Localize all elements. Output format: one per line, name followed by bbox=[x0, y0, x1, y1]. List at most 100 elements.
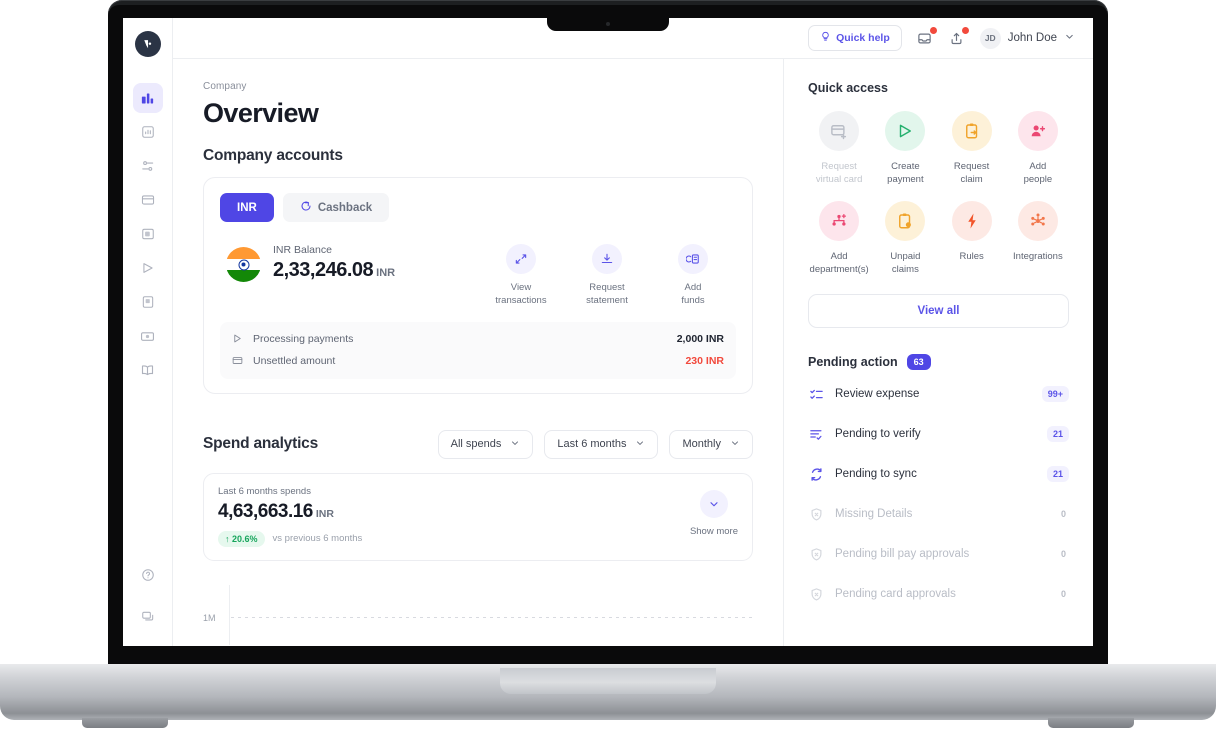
quick-access-add-departments[interactable]: Add department(s) bbox=[808, 200, 870, 277]
qa-5-label-2: claims bbox=[891, 263, 919, 275]
balance-row: INR Balance 2,33,246.08 INR View transac… bbox=[220, 238, 736, 308]
filter-all-spends[interactable]: All spends bbox=[437, 429, 534, 459]
spend-summary-card: Last 6 months spends 4,63,663.16 INR ↑ 20… bbox=[203, 472, 753, 561]
qa-5-label-1: Unpaid bbox=[890, 250, 921, 262]
webcam-icon bbox=[606, 22, 610, 26]
sidebar-item-bills[interactable] bbox=[133, 287, 163, 317]
sidebar bbox=[123, 18, 173, 646]
company-accounts-card: INR Cashback INR Balance 2,33,246.08 INR… bbox=[203, 177, 753, 394]
chevron-down-icon bbox=[730, 438, 740, 451]
pending-row-1-label: Pending to verify bbox=[835, 428, 921, 441]
company-accounts-heading: Company accounts bbox=[203, 147, 343, 164]
share-export-button[interactable] bbox=[948, 27, 969, 47]
quick-access-unpaid-claims[interactable]: Unpaid claims bbox=[874, 200, 936, 277]
pending-action-heading: Pending action bbox=[808, 355, 898, 370]
send-icon bbox=[232, 333, 246, 344]
pending-row-pending-to-sync[interactable]: Pending to sync 21 bbox=[808, 454, 1069, 494]
transactions-icon bbox=[506, 244, 536, 274]
spend-filters: All spends Last 6 months Monthly bbox=[437, 429, 753, 459]
unsettled-amount-value: 230 INR bbox=[685, 354, 724, 367]
spend-delta-row: ↑ 20.6% vs previous 6 months bbox=[218, 530, 362, 547]
chevron-down-icon bbox=[635, 438, 645, 451]
share-badge-dot bbox=[961, 27, 969, 34]
quick-access-request-virtual-card[interactable]: Request virtual card bbox=[808, 111, 870, 187]
spend-summary-currency: INR bbox=[315, 507, 334, 520]
pending-row-0-label: Review expense bbox=[835, 388, 920, 401]
qa-2-label-1: Request bbox=[953, 161, 990, 172]
tab-cashback[interactable]: Cashback bbox=[282, 193, 390, 222]
sidebar-item-cards[interactable] bbox=[133, 185, 163, 215]
filter-date-range[interactable]: Last 6 months bbox=[544, 429, 659, 459]
sync-icon bbox=[808, 467, 825, 482]
qa-1-label-2: payment bbox=[887, 174, 924, 186]
quick-access-create-payment[interactable]: Create payment bbox=[874, 111, 936, 187]
chart-gridline bbox=[231, 616, 753, 618]
company-logo[interactable] bbox=[134, 31, 161, 57]
sidebar-item-reimbursements[interactable] bbox=[133, 321, 163, 351]
card-icon bbox=[232, 355, 246, 366]
user-menu[interactable]: JD John Doe bbox=[979, 27, 1075, 49]
view-transactions-button[interactable]: View transactions bbox=[490, 244, 552, 308]
account-subrows: Processing payments 2,000 INR Unsettled … bbox=[220, 321, 736, 379]
account-actions: View transactions Request statement Add … bbox=[490, 244, 730, 308]
chart-y-axis bbox=[229, 584, 230, 645]
quick-access-integrations[interactable]: Integrations bbox=[1007, 200, 1069, 277]
sidebar-item-help[interactable] bbox=[133, 560, 163, 590]
processing-payments-row[interactable]: Processing payments 2,000 INR bbox=[232, 328, 724, 350]
qa-1-label-1: Create bbox=[891, 161, 920, 172]
checklist-icon bbox=[808, 387, 825, 402]
clipboard-arrow-icon bbox=[951, 111, 992, 151]
tab-inr[interactable]: INR bbox=[220, 193, 274, 222]
balance-amount: 2,33,246.08 bbox=[273, 259, 374, 281]
user-plus-icon bbox=[1017, 111, 1058, 151]
sidebar-item-ledger[interactable] bbox=[133, 355, 163, 385]
laptop-mockup: Quick help JD John Doe Company Overview … bbox=[0, 0, 1216, 735]
sidebar-item-support-chat[interactable] bbox=[133, 602, 163, 632]
chart-ytick-1m: 1M bbox=[203, 612, 216, 623]
filter-granularity[interactable]: Monthly bbox=[669, 429, 753, 459]
request-statement-button[interactable]: Request statement bbox=[576, 244, 638, 308]
pending-row-bill-pay-approvals[interactable]: Pending bill pay approvals 0 bbox=[808, 534, 1069, 574]
sidebar-item-accounts[interactable] bbox=[133, 219, 163, 249]
sidebar-item-transactions[interactable] bbox=[133, 151, 163, 181]
clipboard-clock-icon bbox=[885, 200, 926, 241]
qa-4-label-1: Add bbox=[830, 250, 848, 262]
add-funds-button[interactable]: Add funds bbox=[662, 244, 724, 308]
request-statement-label-2: statement bbox=[586, 294, 628, 306]
qa-2-label-2: claim bbox=[960, 174, 983, 186]
main-area: Quick help JD John Doe Company Overview … bbox=[173, 18, 1093, 646]
laptop-base-notch bbox=[500, 668, 716, 694]
quick-help-button[interactable]: Quick help bbox=[808, 25, 902, 51]
quick-access-add-people[interactable]: Add people bbox=[1007, 111, 1069, 187]
view-all-button[interactable]: View all bbox=[808, 294, 1069, 329]
main-content: Company Overview Company accounts INR Ca… bbox=[173, 59, 783, 646]
spend-summary-info: Last 6 months spends 4,63,663.16 INR ↑ 20… bbox=[218, 486, 362, 547]
quick-access-request-claim[interactable]: Request claim bbox=[941, 111, 1003, 187]
pending-row-3-label: Missing Details bbox=[835, 508, 913, 521]
breadcrumb: Company bbox=[203, 81, 247, 92]
quick-access-rules[interactable]: Rules bbox=[941, 200, 1003, 277]
view-transactions-label-2: transactions bbox=[495, 294, 547, 306]
sidebar-item-payments[interactable] bbox=[133, 253, 163, 283]
unsettled-amount-row[interactable]: Unsettled amount 230 INR bbox=[232, 350, 724, 372]
pending-row-review-expense[interactable]: Review expense 99+ bbox=[808, 374, 1069, 414]
account-tabs: INR Cashback bbox=[220, 193, 736, 222]
pending-row-missing-details[interactable]: Missing Details 0 bbox=[808, 494, 1069, 534]
qa-4-label-2: department(s) bbox=[809, 263, 869, 275]
pending-row-4-badge: 0 bbox=[1060, 549, 1066, 560]
pending-row-4-label: Pending bill pay approvals bbox=[835, 548, 970, 561]
laptop-foot-left bbox=[82, 718, 168, 728]
spend-analytics-header: Spend analytics All spends Last 6 months… bbox=[203, 429, 753, 459]
show-more-button[interactable]: Show more bbox=[690, 486, 738, 537]
send-icon bbox=[885, 111, 926, 151]
pending-row-5-badge: 0 bbox=[1060, 589, 1066, 600]
india-flag-icon bbox=[226, 247, 261, 282]
sidebar-item-analytics[interactable] bbox=[133, 117, 163, 147]
inbox-notification-button[interactable] bbox=[916, 27, 937, 47]
shield-icon bbox=[808, 587, 825, 602]
qa-7-label-1: Integrations bbox=[1013, 250, 1063, 262]
pending-row-pending-to-verify[interactable]: Pending to verify 21 bbox=[808, 414, 1069, 454]
pending-row-3-badge: 0 bbox=[1060, 509, 1066, 520]
sidebar-item-overview[interactable] bbox=[132, 83, 163, 113]
pending-row-card-approvals[interactable]: Pending card approvals 0 bbox=[808, 574, 1069, 614]
